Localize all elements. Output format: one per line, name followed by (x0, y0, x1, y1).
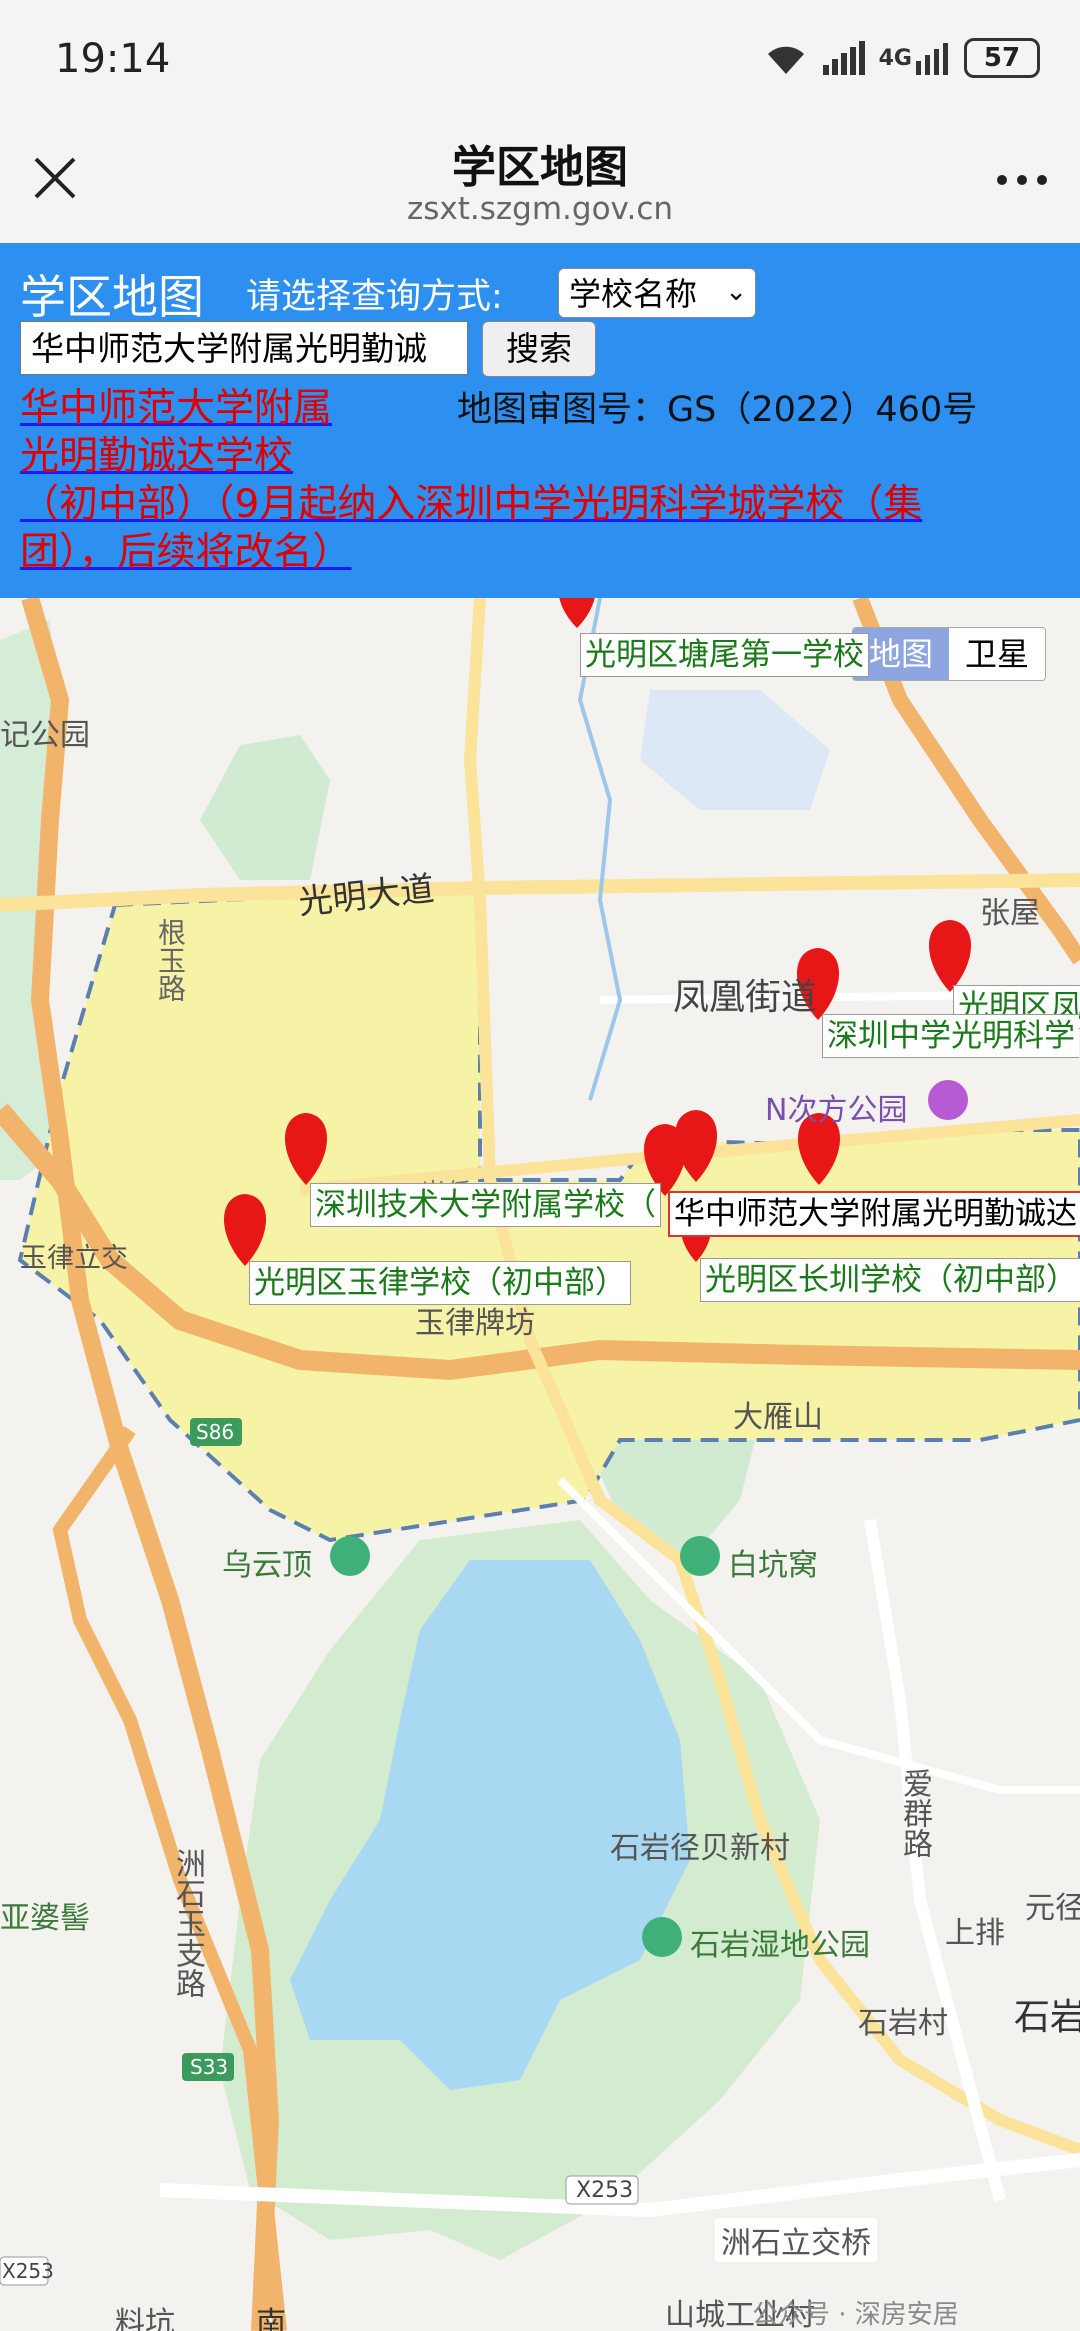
map-type-satellite-button[interactable]: 卫星 (949, 628, 1046, 680)
place-n-park: N次方公园 (765, 1093, 908, 1128)
wifi-icon (767, 46, 804, 74)
mountain-icon (330, 1536, 370, 1576)
place-liaokeng: 料坑 (115, 2306, 175, 2331)
status-time: 19:14 (55, 36, 171, 82)
more-icon[interactable] (992, 165, 1052, 195)
watermark: 公众号 · 深房安居 (752, 2300, 959, 2330)
place-fenghuang: 凤凰街道 (673, 977, 818, 1018)
road-x253b-label: X253 (2, 2259, 54, 2283)
school-search-input[interactable]: 华中师范大学附属光明勤诚 (20, 321, 468, 375)
road-s33-label: S33 (190, 2055, 229, 2079)
school-label-shenzhong[interactable]: 深圳中学光明科学 (822, 1014, 1079, 1058)
battery-icon: 57 (964, 38, 1040, 78)
map-type-toggle[interactable]: 地图 卫星 (852, 627, 1047, 681)
browser-navbar: 学区地图 zsxt.szgm.gov.cn (0, 125, 1080, 243)
road-label-aiqun: 爱群路 (897, 1768, 932, 1858)
place-yuanxiang: 元径 (1025, 1891, 1080, 1926)
place-yaposhe: 亚婆髻 (0, 1901, 90, 1936)
place-wuyunding: 乌云顶 (222, 1548, 312, 1583)
place-zhoushi-jiao: 洲石立交桥 (715, 2218, 877, 2262)
map-approval-number: 地图审图号：GS（2022）460号 (457, 390, 978, 430)
search-button[interactable]: 搜索 (482, 321, 596, 377)
status-bar: 19:14 4G 57 (0, 0, 1080, 125)
road-s86-label: S86 (196, 1420, 235, 1444)
place-shiyan-wetland: 石岩湿地公园 (690, 1928, 870, 1963)
page-title: 学区地图 (452, 142, 628, 193)
place-shiyancun: 石岩村 (858, 2006, 948, 2041)
signal-icon (822, 41, 865, 75)
place-baikengwo: 白坑窝 (728, 1548, 818, 1583)
map-canvas[interactable]: 记公园 光明大道 根玉路 凤凰街道 张屋 N次方公园 玉律立交 玉律牌坊 光侨 … (0, 598, 1080, 2331)
place-park-left: 记公园 (0, 718, 90, 753)
place-shiyan: 石岩 (1014, 1997, 1080, 2038)
school-label-changzhen[interactable]: 光明区长圳学校（初中部） (700, 1258, 1080, 1302)
query-panel: 学区地图 请选择查询方式: 学校名称 ⌄ 华中师范大学附属光明勤诚 搜索 华中师… (0, 243, 1080, 598)
school-label-tangwei[interactable]: 光明区塘尾第一学校 (580, 633, 869, 677)
place-shangpai: 上排 (945, 1916, 1005, 1951)
school-label-huashi[interactable]: 华中师范大学附属光明勤诚达 (668, 1191, 1080, 1237)
panel-title: 学区地图 (20, 270, 204, 324)
place-yulv-jiao: 玉律立交 (20, 1243, 128, 1274)
school-label-shenji[interactable]: 深圳技术大学附属学校（ (310, 1183, 661, 1227)
road-x253-label: X253 (576, 2178, 634, 2203)
query-mode-select[interactable]: 学校名称 ⌄ (558, 268, 756, 318)
result-link-line4[interactable]: 团），后续将改名） (20, 521, 352, 577)
road-label-zhoushi: 洲石玉支路 (170, 1848, 205, 1998)
place-shiyanjing: 石岩径贝新村 (610, 1831, 790, 1866)
page-url: zsxt.szgm.gov.cn (406, 191, 674, 227)
place-nan: 南 (256, 2306, 286, 2331)
place-dayanshan: 大雁山 (733, 1400, 823, 1435)
signal-4g-icon (916, 43, 948, 75)
chevron-down-icon: ⌄ (725, 277, 747, 307)
query-mode-label: 请选择查询方式: (246, 277, 503, 317)
park-poi-icon (928, 1080, 968, 1120)
school-label-yulv[interactable]: 光明区玉律学校（初中部） (249, 1261, 631, 1305)
road-label-genyu: 根玉路 (154, 918, 187, 1002)
mountain-icon (680, 1536, 720, 1576)
status-icons: 4G 57 (763, 38, 1040, 78)
map-base (0, 598, 1080, 2331)
network-label: 4G (878, 45, 912, 71)
place-zhangwu: 张屋 (980, 896, 1040, 931)
query-mode-value: 学校名称 (569, 275, 698, 313)
wetland-park-icon (642, 1917, 682, 1957)
